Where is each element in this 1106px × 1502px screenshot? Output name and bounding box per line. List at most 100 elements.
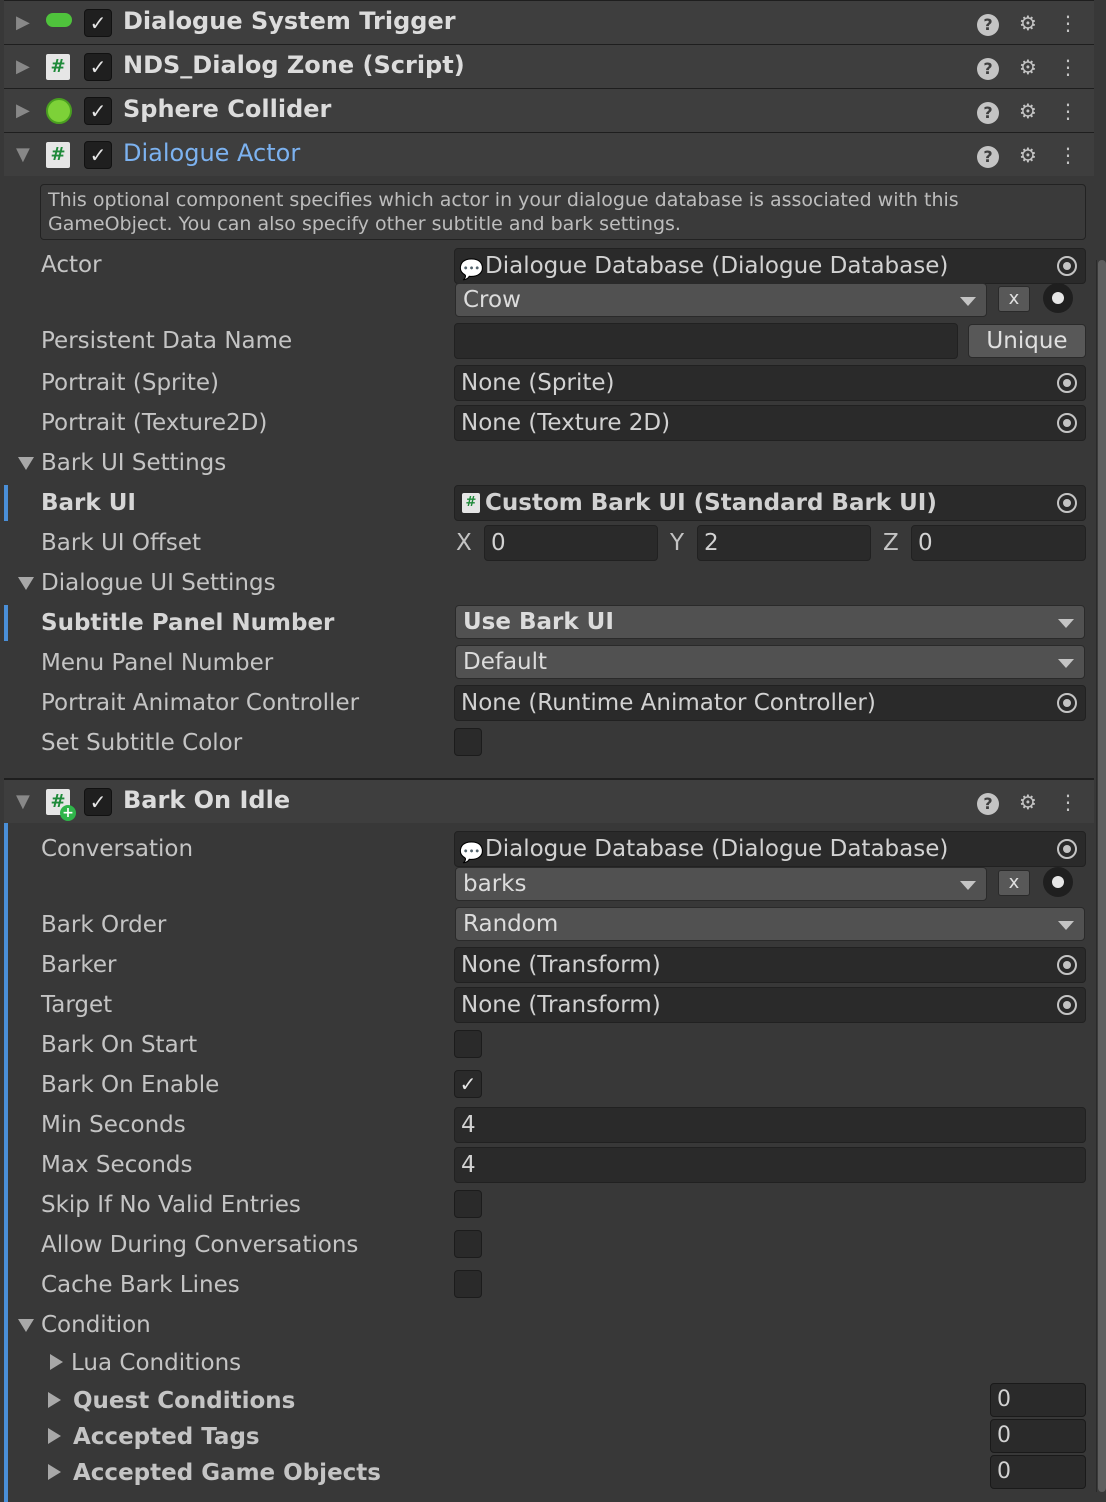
persistent-data-name-input[interactable] [454, 323, 958, 359]
component-header-bark-on-idle[interactable]: ▼ # + ✓ Bark On Idle ? ⚙ ⋮ [4, 779, 1094, 823]
more-options-icon[interactable]: ⋮ [1054, 53, 1082, 81]
allow-during-conversations-checkbox[interactable] [454, 1230, 482, 1258]
enabled-checkbox[interactable]: ✓ [84, 97, 112, 125]
quest-conditions-foldout[interactable]: Quest Conditions [73, 1388, 295, 1414]
presets-icon[interactable]: ⚙ [1014, 141, 1042, 169]
more-options-icon[interactable]: ⋮ [1054, 788, 1082, 816]
help-icon[interactable]: ? [974, 788, 1002, 816]
max-seconds-input[interactable]: 4 [454, 1147, 1086, 1183]
component-header-sphere-collider[interactable]: ▶ ✓ Sphere Collider ? ⚙ ⋮ [4, 88, 1094, 132]
expanded-arrow-icon[interactable]: ▼ [16, 145, 36, 165]
green-pill-icon [46, 10, 72, 36]
component-header-nds-dialog-zone[interactable]: ▶ # ✓ NDS_Dialog Zone (Script) ? ⚙ ⋮ [4, 44, 1094, 88]
object-picker-icon[interactable] [1057, 413, 1077, 433]
barker-field[interactable]: None (Transform) [454, 947, 1086, 983]
clear-conversation-button[interactable]: x [998, 870, 1030, 896]
presets-icon[interactable]: ⚙ [1014, 9, 1042, 37]
offset-z-input[interactable]: 0 [911, 525, 1086, 561]
lua-conditions-foldout[interactable]: Lua Conditions [71, 1350, 241, 1376]
accepted-tags-count[interactable]: 0 [990, 1419, 1086, 1453]
presets-icon[interactable]: ⚙ [1014, 53, 1042, 81]
enabled-checkbox[interactable]: ✓ [84, 53, 112, 81]
bark-ui-offset-label: Bark UI Offset [41, 530, 201, 556]
object-picker-icon[interactable] [1057, 839, 1077, 859]
foldout-arrow-icon[interactable] [18, 457, 34, 470]
more-options-icon[interactable]: ⋮ [1054, 97, 1082, 125]
component-header-dialogue-actor[interactable]: ▼ # ✓ Dialogue Actor ? ⚙ ⋮ [4, 132, 1094, 176]
collapsed-arrow-icon[interactable] [48, 1428, 61, 1444]
collapsed-arrow-icon[interactable]: ▶ [16, 57, 36, 77]
expanded-arrow-icon[interactable]: ▼ [16, 792, 36, 812]
offset-y-input[interactable]: 2 [697, 525, 871, 561]
bark-ui-settings-foldout[interactable]: Bark UI Settings [41, 450, 226, 476]
collapsed-arrow-icon[interactable] [48, 1392, 61, 1408]
quest-conditions-count[interactable]: 0 [990, 1383, 1086, 1417]
accepted-tags-foldout[interactable]: Accepted Tags [73, 1424, 260, 1450]
foldout-arrow-icon[interactable] [18, 1319, 34, 1332]
unique-button[interactable]: Unique [968, 324, 1086, 358]
accepted-game-objects-count[interactable]: 0 [990, 1455, 1086, 1489]
enabled-checkbox[interactable]: ✓ [84, 141, 112, 169]
bark-on-start-checkbox[interactable] [454, 1030, 482, 1058]
menu-panel-number-label: Menu Panel Number [41, 650, 274, 676]
object-picker-icon[interactable] [1057, 256, 1077, 276]
conversation-database-field[interactable]: 💬 Dialogue Database (Dialogue Database) [454, 831, 1086, 867]
object-picker-icon[interactable] [1057, 693, 1077, 713]
help-icon[interactable]: ? [974, 141, 1002, 169]
object-picker-icon[interactable] [1057, 995, 1077, 1015]
actor-database-value: Dialogue Database (Dialogue Database) [485, 253, 949, 279]
select-actor-icon[interactable] [1043, 283, 1073, 313]
collapsed-arrow-icon[interactable]: ▶ [16, 13, 36, 33]
clear-actor-button[interactable]: x [998, 286, 1030, 312]
help-box: This optional component specifies which … [40, 184, 1086, 240]
actor-database-field[interactable]: 💬 Dialogue Database (Dialogue Database) [454, 248, 1086, 284]
min-seconds-input[interactable]: 4 [454, 1107, 1086, 1143]
presets-icon[interactable]: ⚙ [1014, 788, 1042, 816]
collapsed-arrow-icon[interactable]: ▶ [16, 101, 36, 121]
conversation-database-value: Dialogue Database (Dialogue Database) [485, 836, 949, 862]
enabled-checkbox[interactable]: ✓ [84, 788, 112, 816]
condition-foldout[interactable]: Condition [41, 1312, 151, 1338]
vertical-scrollbar[interactable] [1096, 260, 1106, 1492]
accepted-game-objects-foldout[interactable]: Accepted Game Objects [73, 1460, 381, 1486]
subtitle-panel-dropdown[interactable]: Use Bark UI [455, 605, 1085, 639]
skip-if-no-valid-entries-checkbox[interactable] [454, 1190, 482, 1218]
portrait-sprite-label: Portrait (Sprite) [41, 370, 220, 396]
actor-dropdown[interactable]: Crow [455, 283, 987, 317]
barker-value: None (Transform) [461, 952, 661, 978]
enabled-checkbox[interactable]: ✓ [84, 9, 112, 37]
sphere-collider-icon [46, 98, 72, 124]
bark-order-value: Random [463, 911, 559, 937]
object-picker-icon[interactable] [1057, 373, 1077, 393]
help-icon[interactable]: ? [974, 97, 1002, 125]
help-icon[interactable]: ? [974, 53, 1002, 81]
scrollbar-thumb[interactable] [1098, 260, 1106, 1492]
cache-bark-lines-label: Cache Bark Lines [41, 1272, 240, 1298]
presets-icon[interactable]: ⚙ [1014, 97, 1042, 125]
more-options-icon[interactable]: ⋮ [1054, 9, 1082, 37]
portrait-texture-field[interactable]: None (Texture 2D) [454, 405, 1086, 441]
portrait-sprite-field[interactable]: None (Sprite) [454, 365, 1086, 401]
offset-x-input[interactable]: 0 [484, 525, 658, 561]
cache-bark-lines-checkbox[interactable] [454, 1270, 482, 1298]
foldout-arrow-icon[interactable] [18, 577, 34, 590]
bark-order-dropdown[interactable]: Random [455, 907, 1085, 941]
set-subtitle-color-checkbox[interactable] [454, 728, 482, 756]
bark-on-enable-checkbox[interactable]: ✓ [454, 1070, 482, 1098]
more-options-icon[interactable]: ⋮ [1054, 141, 1082, 169]
menu-panel-dropdown[interactable]: Default [455, 645, 1085, 679]
dialogue-ui-settings-foldout[interactable]: Dialogue UI Settings [41, 570, 276, 596]
help-icon[interactable]: ? [974, 9, 1002, 37]
actor-dropdown-value: Crow [463, 287, 521, 313]
object-picker-icon[interactable] [1057, 493, 1077, 513]
bark-ui-field[interactable]: # Custom Bark UI (Standard Bark UI) [454, 485, 1086, 521]
portrait-animator-field[interactable]: None (Runtime Animator Controller) [454, 685, 1086, 721]
select-conversation-icon[interactable] [1043, 867, 1073, 897]
conversation-dropdown[interactable]: barks [455, 867, 987, 901]
object-picker-icon[interactable] [1057, 955, 1077, 975]
component-header-dialogue-system-trigger[interactable]: ▶ ✓ Dialogue System Trigger ? ⚙ ⋮ [4, 0, 1094, 44]
collapsed-arrow-icon[interactable] [50, 1354, 63, 1370]
target-field[interactable]: None (Transform) [454, 987, 1086, 1023]
collapsed-arrow-icon[interactable] [48, 1464, 61, 1480]
conversation-dropdown-value: barks [463, 871, 527, 897]
